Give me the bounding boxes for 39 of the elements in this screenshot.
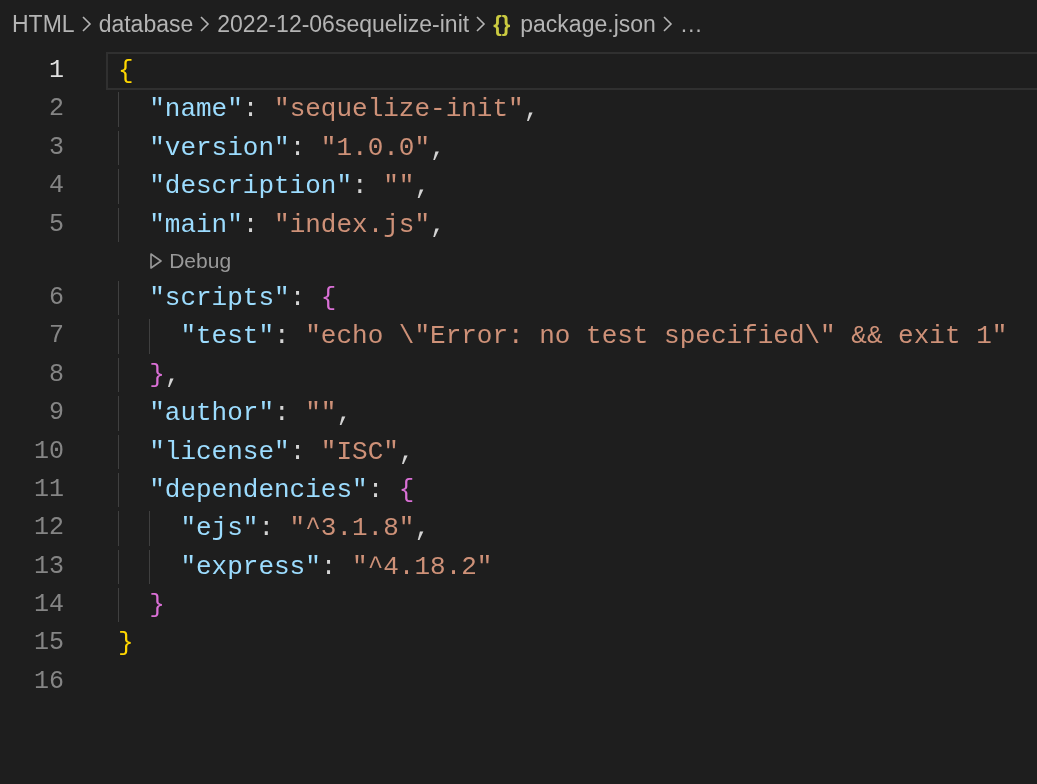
line-number: 4 xyxy=(48,170,64,203)
breadcrumb-item[interactable]: 2022-12-06sequelize-init xyxy=(217,10,470,38)
line-number: 9 xyxy=(48,397,64,430)
code-line: } xyxy=(118,627,134,661)
code-line: "version": "1.0.0", xyxy=(149,131,446,165)
code-line: "name": "sequelize-init", xyxy=(149,93,540,127)
line-number: 6 xyxy=(48,281,64,314)
code-line: "ejs": "^3.1.8", xyxy=(180,512,431,546)
play-icon xyxy=(149,252,164,271)
line-number: 3 xyxy=(48,131,64,164)
line-number: 7 xyxy=(48,320,64,353)
line-number: 12 xyxy=(33,512,64,545)
breadcrumb-item[interactable]: HTML xyxy=(12,10,75,38)
breadcrumb-item[interactable]: … xyxy=(679,10,703,38)
line-number: 10 xyxy=(33,435,64,468)
code-line: "test": "echo \"Error: no test specified\" && exit 1" xyxy=(180,320,1008,354)
line-number: 1 xyxy=(48,55,64,87)
code-line: }, xyxy=(149,358,181,392)
breadcrumb-item[interactable]: database xyxy=(98,10,194,38)
line-number: 2 xyxy=(48,93,64,126)
json-braces-icon: {} xyxy=(493,11,511,37)
code-line: "dependencies": { xyxy=(149,473,415,507)
code-line: } xyxy=(149,589,165,623)
line-number: 11 xyxy=(33,473,64,506)
line-number: 8 xyxy=(48,358,64,391)
line-number: 16 xyxy=(33,665,64,698)
code-line: "scripts": { xyxy=(149,281,337,315)
line-number: 14 xyxy=(33,589,64,622)
code-line: "express": "^4.18.2" xyxy=(180,550,493,584)
code-line: "license": "ISC", xyxy=(149,435,415,469)
code-line: "description": "", xyxy=(149,170,431,204)
code-line: "main": "index.js", xyxy=(149,208,446,242)
debug-codelens[interactable]: Debug xyxy=(149,245,232,277)
line-number: 13 xyxy=(33,550,64,583)
code-line: "author": "", xyxy=(149,397,353,431)
breadcrumb-item[interactable]: package.json xyxy=(520,10,656,38)
code-line: { xyxy=(118,55,134,88)
line-number: 5 xyxy=(48,208,64,241)
line-number: 15 xyxy=(33,627,64,660)
